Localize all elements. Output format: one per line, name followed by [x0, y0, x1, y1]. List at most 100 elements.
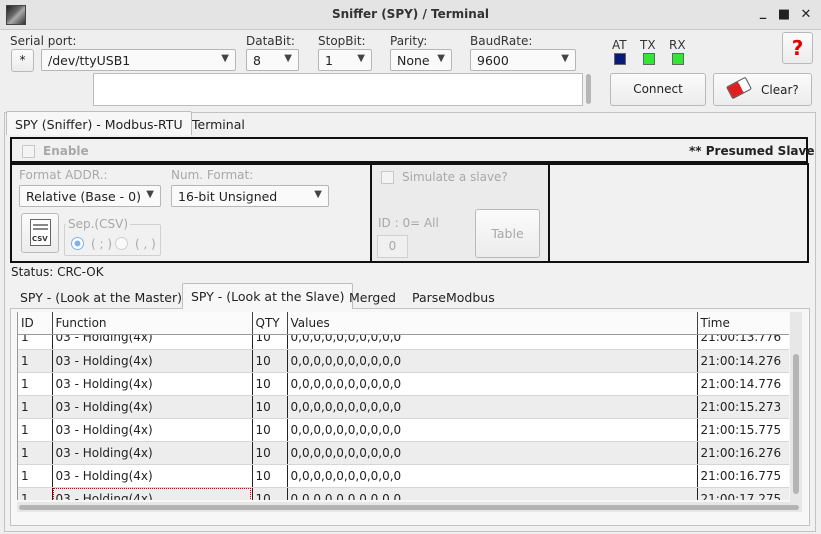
stopbit-label: StopBit:	[318, 34, 366, 48]
grid-vertical-scrollbar[interactable]	[790, 312, 802, 502]
table-row[interactable]: 1 03 - Holding(4x) 10 0,0,0,0,0,0,0,0,0,…	[18, 464, 789, 488]
databit-select[interactable]: 8 ▼	[246, 49, 299, 71]
id-label: ID : 0= All	[378, 216, 439, 230]
maximize-icon[interactable]: ■	[777, 7, 791, 23]
table-row[interactable]: 1 03 - Holding(4x) 10 0,0,0,0,0,0,0,0,0,…	[18, 441, 789, 465]
cell-values: 0,0,0,0,0,0,0,0,0,0	[287, 464, 698, 488]
databit-label: DataBit:	[246, 34, 295, 48]
at-label: AT	[612, 38, 627, 52]
table-row[interactable]: 1 03 - Holding(4x) 10 0,0,0,0,0,0,0,0,0,…	[18, 372, 789, 396]
help-button[interactable]: ?	[782, 32, 813, 64]
sep-label: Sep.(CSV)	[66, 217, 130, 231]
num-format-value: 16-bit Unsigned	[178, 189, 278, 204]
tab-look-slave[interactable]: SPY - (Look at the Slave)	[182, 283, 354, 309]
refresh-ports-button[interactable]: *	[11, 49, 34, 72]
cell-values: 0,0,0,0,0,0,0,0,0,0	[287, 395, 698, 419]
grid-body: 1 03 - Holding(4x) 10 0,0,0,0,0,0,0,0,0,…	[18, 326, 789, 500]
enable-checkbox[interactable]	[22, 145, 35, 158]
chevron-down-icon: ▼	[221, 53, 229, 64]
message-scrollbar[interactable]	[586, 74, 591, 104]
cell-function: 03 - Holding(4x)	[52, 349, 253, 373]
cell-function: 03 - Holding(4x)	[52, 441, 253, 465]
csv-icon-label: CSV	[32, 235, 48, 243]
sep-semicolon-radio[interactable]	[71, 237, 84, 250]
cell-id: 1	[18, 441, 53, 465]
cell-time: 21:00:15.775	[697, 418, 789, 442]
chevron-down-icon: ▼	[357, 53, 365, 64]
cell-function: 03 - Holding(4x)	[52, 418, 253, 442]
export-csv-button[interactable]: CSV	[21, 213, 59, 253]
column-header-values[interactable]: Values	[287, 312, 698, 335]
scrollbar-thumb[interactable]	[19, 505, 799, 510]
close-icon[interactable]: ✕	[799, 7, 813, 23]
cell-id: 1	[18, 464, 53, 488]
format-addr-label: Format ADDR.:	[19, 168, 108, 182]
tab-merged[interactable]: Merged	[341, 285, 404, 309]
chevron-down-icon: ▼	[314, 189, 322, 200]
serial-port-label: Serial port:	[10, 34, 77, 48]
scrollbar-thumb[interactable]	[793, 354, 799, 494]
cell-qty: 10	[252, 464, 288, 488]
cell-id: 1	[18, 395, 53, 419]
cell-qty: 10	[252, 372, 288, 396]
status-text: Status: CRC-OK	[11, 265, 104, 279]
at-led-icon	[614, 53, 626, 65]
serial-port-select[interactable]: /dev/ttyUSB1 ▼	[41, 49, 236, 71]
tab-parse-modbus[interactable]: ParseModbus	[404, 285, 503, 309]
stopbit-value: 1	[325, 53, 333, 68]
cell-values: 0,0,0,0,0,0,0,0,0,0	[287, 349, 698, 373]
cell-time: 21:00:15.273	[697, 395, 789, 419]
cell-values: 0,0,0,0,0,0,0,0,0,0	[287, 441, 698, 465]
column-header-qty[interactable]: QTY	[252, 312, 288, 335]
title-bar: Sniffer (SPY) / Terminal _ ■ ✕	[0, 0, 821, 30]
sep-comma-radio[interactable]	[115, 237, 128, 250]
stopbit-select[interactable]: 1 ▼	[318, 49, 372, 71]
cell-function: 03 - Holding(4x)	[52, 464, 253, 488]
clear-button[interactable]: Clear?	[713, 73, 812, 106]
cell-id: 1	[18, 418, 53, 442]
table-row[interactable]: 1 03 - Holding(4x) 10 0,0,0,0,0,0,0,0,0,…	[18, 349, 789, 373]
tx-label: TX	[640, 38, 656, 52]
minimize-icon[interactable]: _	[756, 5, 770, 21]
databit-value: 8	[253, 53, 261, 68]
rx-led-icon	[672, 53, 684, 65]
window-title: Sniffer (SPY) / Terminal	[331, 7, 490, 21]
chevron-down-icon: ▼	[146, 189, 154, 200]
csv-file-icon: CSV	[30, 219, 51, 246]
num-format-select[interactable]: 16-bit Unsigned ▼	[171, 185, 329, 207]
sep-comma-label: ( , )	[135, 237, 156, 251]
cell-qty: 10	[252, 487, 288, 500]
column-header-id[interactable]: ID	[18, 312, 53, 335]
chevron-down-icon: ▼	[561, 53, 569, 64]
simulate-slave-checkbox[interactable]	[381, 171, 394, 184]
message-field[interactable]	[93, 73, 583, 106]
cell-time: 21:00:17.275	[697, 487, 789, 500]
cell-function: 03 - Holding(4x)	[52, 372, 253, 396]
connect-button[interactable]: Connect	[610, 73, 706, 106]
format-addr-select[interactable]: Relative (Base - 0) ▼	[19, 185, 161, 207]
enable-label: Enable	[43, 144, 89, 158]
parity-value: None	[397, 53, 430, 68]
baudrate-select[interactable]: 9600 ▼	[470, 49, 576, 71]
rx-label: RX	[669, 38, 686, 52]
baudrate-value: 9600	[477, 53, 509, 68]
column-header-time[interactable]: Time	[697, 312, 789, 335]
table-row[interactable]: 1 03 - Holding(4x) 10 0,0,0,0,0,0,0,0,0,…	[18, 395, 789, 419]
tab-terminal[interactable]: Terminal	[184, 112, 253, 136]
table-row[interactable]: 1 03 - Holding(4x) 10 0,0,0,0,0,0,0,0,0,…	[18, 418, 789, 442]
serial-port-value: /dev/ttyUSB1	[48, 53, 131, 68]
cell-values: 0,0,0,0,0,0,0,0,0,0	[287, 372, 698, 396]
id-input[interactable]: 0	[377, 235, 408, 258]
cell-time: 21:00:14.276	[697, 349, 789, 373]
cell-id: 1	[18, 487, 53, 500]
grid-horizontal-scrollbar[interactable]	[17, 502, 802, 512]
column-header-function[interactable]: Function	[52, 312, 253, 335]
table-row[interactable]: 1 03 - Holding(4x) 10 0,0,0,0,0,0,0,0,0,…	[18, 487, 789, 500]
tab-look-master[interactable]: SPY - (Look at the Master)	[12, 285, 190, 309]
cell-time: 21:00:16.276	[697, 441, 789, 465]
tab-spy-sniffer[interactable]: SPY (Sniffer) - Modbus-RTU	[6, 111, 192, 135]
table-button[interactable]: Table	[475, 209, 540, 258]
cell-qty: 10	[252, 418, 288, 442]
data-grid[interactable]: ID Function QTY Values Time 1 03 - Holdi…	[17, 312, 789, 500]
parity-select[interactable]: None ▼	[390, 49, 452, 71]
